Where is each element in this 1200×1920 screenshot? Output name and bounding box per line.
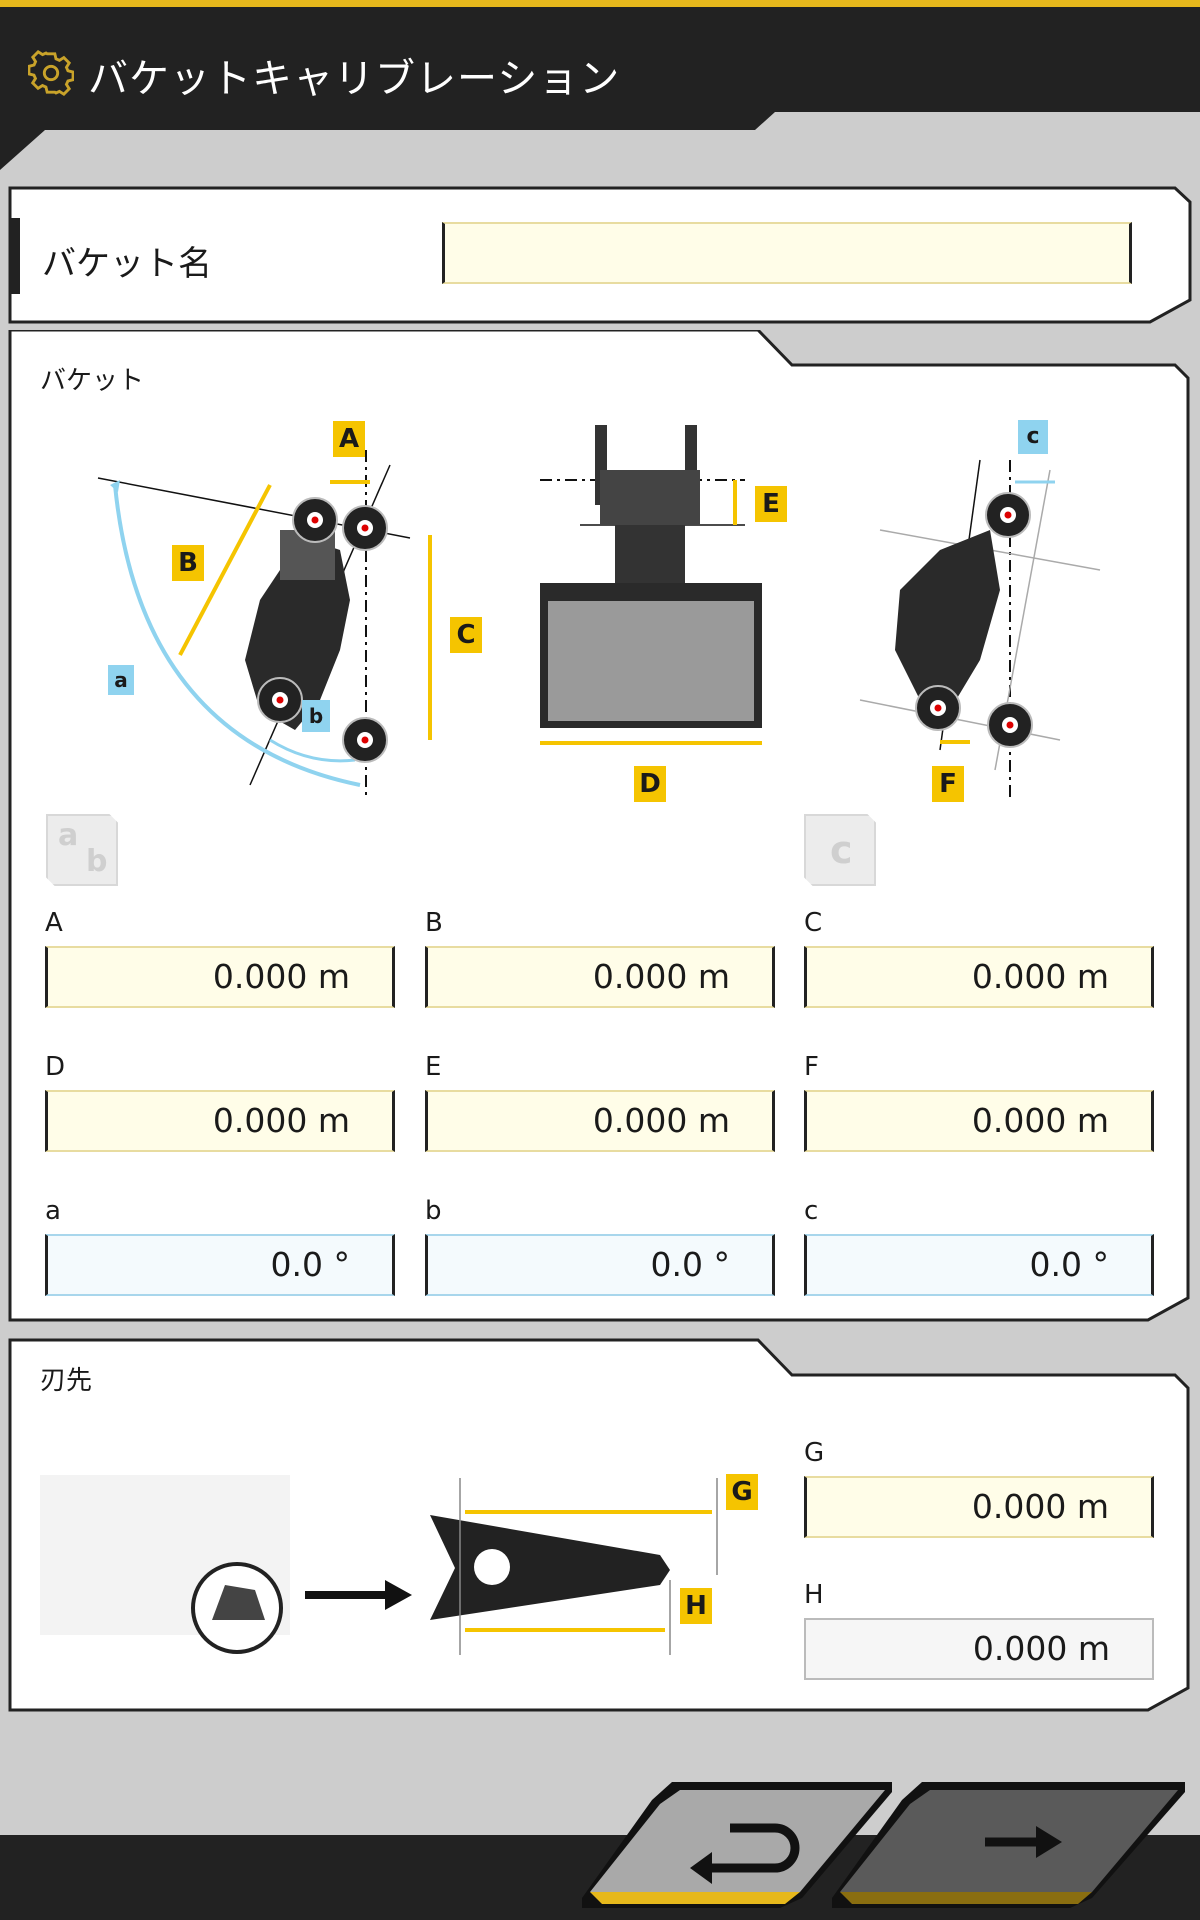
label-c: c: [804, 1196, 819, 1226]
toggle-c-button[interactable]: c: [804, 814, 876, 886]
bucket-side-diagram: [97, 450, 432, 800]
next-button[interactable]: [830, 1780, 1200, 1910]
diagram-tag-c: c: [1018, 420, 1048, 454]
label-H: H: [804, 1580, 824, 1610]
tip-diagram: [40, 1475, 718, 1655]
label-C: C: [804, 908, 823, 938]
label-F: F: [804, 1052, 819, 1082]
diagram-tag-E: E: [755, 486, 787, 522]
diagram-tag-B: B: [172, 545, 204, 581]
label-b: b: [425, 1196, 442, 1226]
diagram-tag-D: D: [634, 766, 666, 802]
label-G: G: [804, 1438, 825, 1468]
diagram-tag-F: F: [932, 766, 964, 802]
input-H[interactable]: 0.000 m: [804, 1618, 1154, 1680]
label-D: D: [45, 1052, 66, 1082]
diagram-tag-A: A: [333, 421, 365, 457]
input-D[interactable]: 0.000 m: [45, 1090, 395, 1152]
bucket-front-diagram: [540, 425, 762, 745]
diagram-tag-b: b: [302, 700, 330, 732]
diagram-tag-H: H: [680, 1588, 712, 1624]
diagram-tag-G: G: [726, 1474, 758, 1510]
toggle-ab-button[interactable]: a b: [46, 814, 118, 886]
input-F[interactable]: 0.000 m: [804, 1090, 1154, 1152]
input-angle-b[interactable]: 0.0 °: [425, 1234, 775, 1296]
page-title: バケットキャリブレーション: [88, 56, 621, 102]
gear-icon: [28, 50, 74, 96]
label-B: B: [425, 908, 443, 938]
tip-section-title: 刃先: [40, 1366, 93, 1396]
diagram-tag-C: C: [450, 617, 482, 653]
diagram-tag-a: a: [108, 665, 134, 695]
label-a: a: [45, 1196, 61, 1226]
label-A: A: [45, 908, 63, 938]
bucket-section-title: バケット: [40, 366, 145, 396]
bucket-tilt-diagram: [859, 459, 1101, 800]
input-E[interactable]: 0.000 m: [425, 1090, 775, 1152]
input-B[interactable]: 0.000 m: [425, 946, 775, 1008]
input-C[interactable]: 0.000 m: [804, 946, 1154, 1008]
input-angle-c[interactable]: 0.0 °: [804, 1234, 1154, 1296]
input-G[interactable]: 0.000 m: [804, 1476, 1154, 1538]
input-A[interactable]: 0.000 m: [45, 946, 395, 1008]
input-angle-a[interactable]: 0.0 °: [45, 1234, 395, 1296]
label-E: E: [425, 1052, 442, 1082]
bucket-name-input[interactable]: [442, 222, 1132, 284]
bucket-name-label: バケット名: [42, 244, 212, 284]
